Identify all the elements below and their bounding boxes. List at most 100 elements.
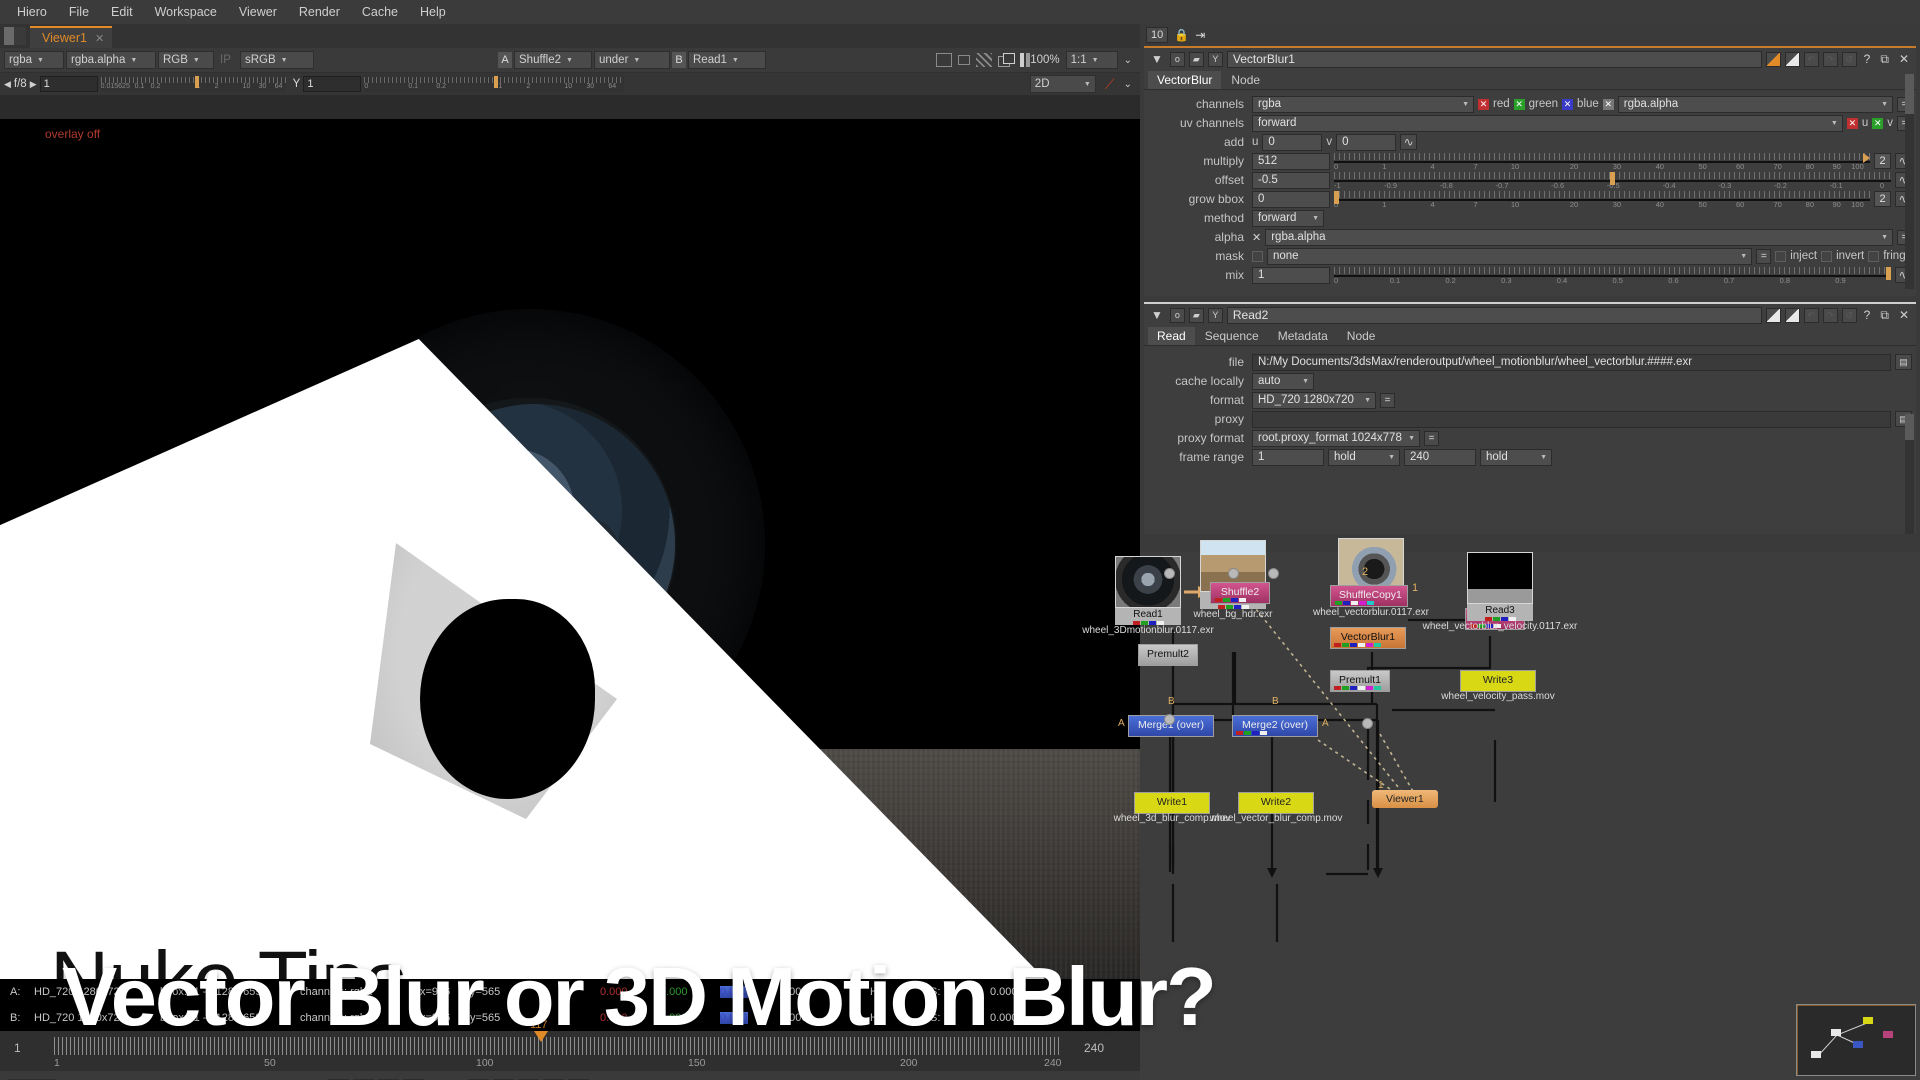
- menu-item-render[interactable]: Render: [288, 2, 351, 22]
- format-expression-button[interactable]: =: [1380, 392, 1395, 408]
- v-channel-checkbox[interactable]: ✕: [1872, 117, 1884, 129]
- alpha-channel-checkbox[interactable]: ✕: [1602, 98, 1614, 110]
- keyframe-orange-icon[interactable]: [1765, 51, 1781, 67]
- red-channel-checkbox[interactable]: ✕: [1478, 98, 1489, 110]
- tab-node[interactable]: Node: [1222, 71, 1270, 89]
- menu-item-hiero[interactable]: Hiero: [6, 2, 58, 22]
- node-shufflecopy1[interactable]: ShuffleCopy1: [1330, 585, 1408, 607]
- view-mode-select[interactable]: 2D ▼: [1029, 75, 1096, 93]
- node-graph-minimap[interactable]: [1796, 1004, 1916, 1076]
- node-write2[interactable]: Write2 wheel_vector_blur_comp.mov: [1210, 792, 1342, 824]
- tab-vectorblur[interactable]: VectorBlur: [1148, 71, 1222, 89]
- read-node-name[interactable]: Read2: [1226, 306, 1762, 324]
- gamma-slider[interactable]: 0 0.1 0.2 1 2 10 30 64: [364, 76, 625, 92]
- properties-bookmark-count[interactable]: 10: [1146, 27, 1169, 43]
- float-panel-icon[interactable]: ⧉: [1877, 52, 1892, 67]
- node-icon[interactable]: ▰: [1188, 307, 1204, 323]
- scrollbar-thumb[interactable]: [1905, 74, 1914, 114]
- node-icon[interactable]: ▰: [1188, 51, 1204, 67]
- method-select[interactable]: forward ▼: [1252, 209, 1324, 227]
- connection-dot-bg-mid[interactable]: [1228, 568, 1239, 579]
- collapse-icon[interactable]: ▼: [1148, 308, 1166, 322]
- proxy-overlay-icon[interactable]: [998, 53, 1016, 67]
- display-mode-select[interactable]: RGB ▼: [158, 51, 214, 69]
- gamma-input[interactable]: 1: [303, 76, 362, 92]
- tab-read[interactable]: Read: [1148, 327, 1195, 345]
- frame-range-start-input[interactable]: 1: [1252, 448, 1324, 466]
- add-v-input[interactable]: 0: [1336, 133, 1397, 151]
- connection-dot-premult1[interactable]: [1362, 718, 1373, 729]
- node-read3[interactable]: Read3 wheel_vectorblur_velocity.0117.exr: [1423, 552, 1577, 632]
- alpha-enable-checkbox[interactable]: ✕: [1252, 231, 1261, 244]
- mask-expression-button[interactable]: =: [1756, 248, 1772, 264]
- node-viewer1[interactable]: Viewer1: [1372, 790, 1438, 808]
- offset-slider[interactable]: -1 -0.9 -0.8 -0.7 -0.6 -0.5 -0.4 -0.3 -0…: [1334, 171, 1891, 190]
- channels-alpha-select[interactable]: rgba.alpha ▼: [1617, 95, 1893, 113]
- wipe-operation-select[interactable]: under ▼: [594, 51, 670, 69]
- tab-viewer1[interactable]: Viewer1 ✕: [30, 26, 113, 48]
- menu-item-cache[interactable]: Cache: [351, 2, 409, 22]
- pick-icon[interactable]: Y: [1207, 307, 1223, 323]
- node-premult1[interactable]: Premult1: [1330, 670, 1391, 692]
- pick-icon[interactable]: Y: [1207, 51, 1223, 67]
- format-area-icon[interactable]: [936, 53, 953, 67]
- grow-bbox-spinner[interactable]: 2: [1874, 191, 1891, 207]
- zoom-level[interactable]: 100%: [1030, 54, 1059, 66]
- proxy-format-expression-button[interactable]: =: [1424, 430, 1439, 446]
- close-icon[interactable]: ✕: [1896, 308, 1912, 322]
- add-animation-curve-icon[interactable]: ∿: [1400, 134, 1418, 150]
- clear-all-icon[interactable]: ⇥: [1195, 28, 1205, 42]
- file-path-input[interactable]: N:/My Documents/3dsMax/renderoutput/whee…: [1252, 353, 1891, 371]
- gl-toggle-icon[interactable]: ⟋: [1099, 76, 1121, 93]
- channel-alpha-select[interactable]: rgba.alpha ▼: [66, 51, 156, 69]
- node-vectorblur1[interactable]: VectorBlur1: [1330, 627, 1406, 649]
- b-input-select[interactable]: Read1 ▼: [688, 51, 766, 69]
- gain-slider-knob[interactable]: [194, 76, 199, 88]
- color-swatch-icon[interactable]: o: [1169, 51, 1185, 67]
- checkerboard-icon[interactable]: [976, 53, 993, 67]
- multiply-spinner[interactable]: 2: [1874, 153, 1891, 169]
- connection-dot-bg-left[interactable]: [1164, 568, 1175, 579]
- connection-dot-bg-right[interactable]: [1268, 568, 1279, 579]
- float-panel-icon[interactable]: ⧉: [1877, 308, 1892, 323]
- offset-input[interactable]: -0.5: [1252, 171, 1330, 189]
- uv-channels-select[interactable]: forward ▼: [1252, 114, 1843, 132]
- node-premult2[interactable]: Premult2: [1138, 644, 1199, 666]
- read-scrollbar[interactable]: [1905, 414, 1914, 534]
- mix-slider-knob[interactable]: [1886, 266, 1891, 280]
- offset-slider-knob[interactable]: [1609, 171, 1615, 185]
- menu-item-workspace[interactable]: Workspace: [144, 2, 228, 22]
- multiply-slider[interactable]: 0 1 4 7 10 20 30 40 50 60 70 80 90 100: [1334, 152, 1870, 171]
- blue-channel-checkbox[interactable]: ✕: [1562, 98, 1574, 110]
- vectorblur-scrollbar[interactable]: [1905, 74, 1914, 289]
- panel-grip-icon[interactable]: [4, 27, 26, 45]
- keyframe-white-icon-2[interactable]: [1784, 307, 1800, 323]
- node-shuffle2[interactable]: Shuffle2: [1210, 582, 1270, 604]
- node-read1[interactable]: Read1 wheel_3Dmotionblur.0117.exr: [1082, 556, 1214, 636]
- redo-icon[interactable]: ↷: [1822, 51, 1838, 67]
- mix-slider[interactable]: 0 0.1 0.2 0.3 0.4 0.5 0.6 0.7 0.8 0.9: [1334, 266, 1891, 285]
- multiply-input[interactable]: 512: [1252, 152, 1330, 170]
- channels-select[interactable]: rgba ▼: [4, 51, 64, 69]
- mask-select[interactable]: none ▼: [1267, 247, 1753, 265]
- alpha-select[interactable]: rgba.alpha ▼: [1265, 228, 1893, 246]
- node-merge2[interactable]: Merge2 (over): [1232, 715, 1318, 737]
- u-channel-checkbox[interactable]: ✕: [1846, 117, 1858, 129]
- scrollbar-thumb[interactable]: [1905, 414, 1914, 440]
- gain-prev-icon[interactable]: ◀: [4, 79, 11, 90]
- undo-icon[interactable]: ↶: [1803, 307, 1819, 323]
- menu-item-viewer[interactable]: Viewer: [228, 2, 288, 22]
- invert-checkbox[interactable]: [1821, 250, 1833, 262]
- revert-icon[interactable]: ↺: [1841, 51, 1857, 67]
- gamma-slider-knob[interactable]: [494, 76, 499, 88]
- help-icon[interactable]: ?: [1861, 308, 1874, 322]
- inject-checkbox[interactable]: [1775, 250, 1787, 262]
- menu-item-help[interactable]: Help: [409, 2, 457, 22]
- mix-input[interactable]: 1: [1252, 266, 1330, 284]
- frame-range-end-input[interactable]: 240: [1404, 448, 1476, 466]
- grow-bbox-slider[interactable]: 0 1 4 7 10 20 30 40 50 60 70 80 90 100: [1334, 190, 1870, 209]
- fringe-checkbox[interactable]: [1868, 250, 1880, 262]
- menu-item-file[interactable]: File: [58, 2, 100, 22]
- gain-next-icon[interactable]: ▶: [30, 79, 37, 90]
- tab-sequence[interactable]: Sequence: [1195, 327, 1268, 345]
